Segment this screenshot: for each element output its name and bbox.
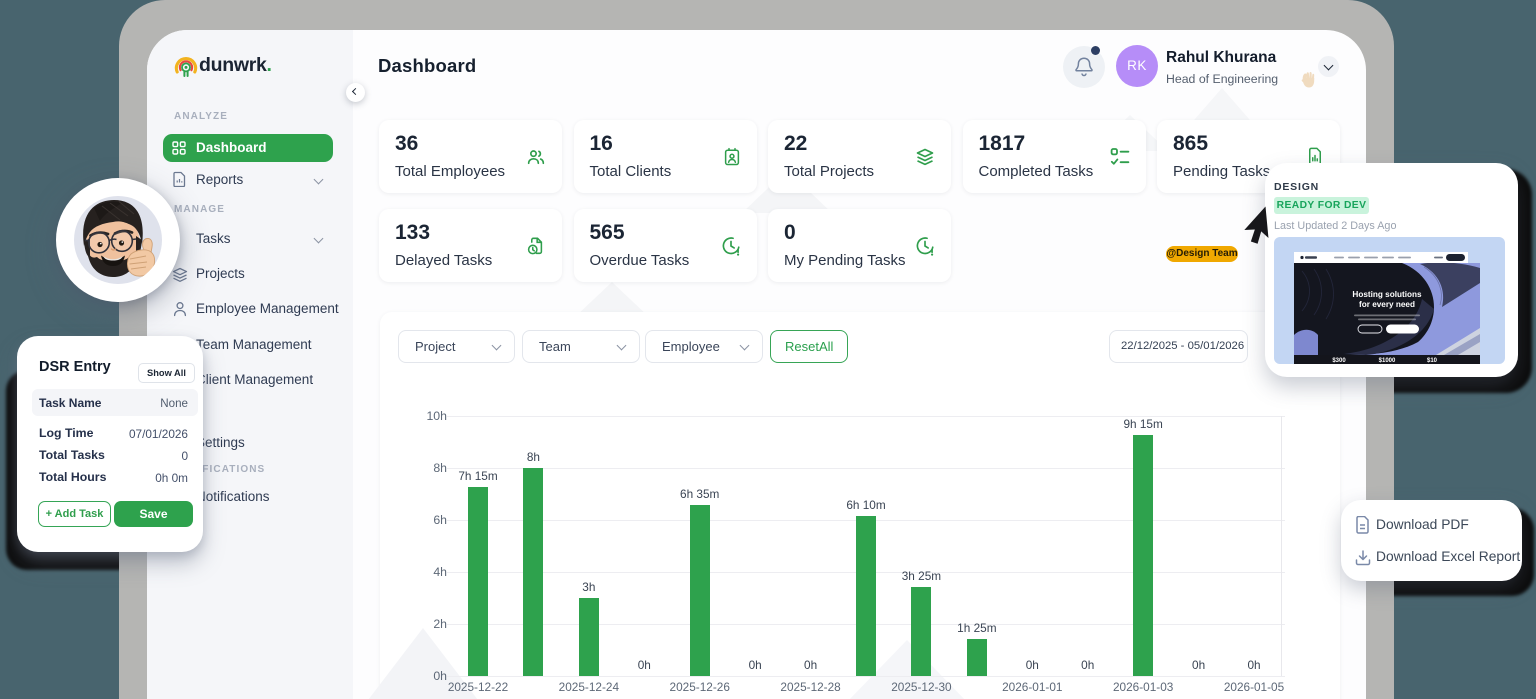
svg-text:$10: $10: [1427, 358, 1438, 364]
svg-text:$1000: $1000: [1379, 358, 1396, 364]
svg-text:Hosting solutions: Hosting solutions: [1352, 290, 1422, 299]
svg-text:$300: $300: [1332, 358, 1346, 364]
svg-text:for every need: for every need: [1359, 300, 1415, 309]
